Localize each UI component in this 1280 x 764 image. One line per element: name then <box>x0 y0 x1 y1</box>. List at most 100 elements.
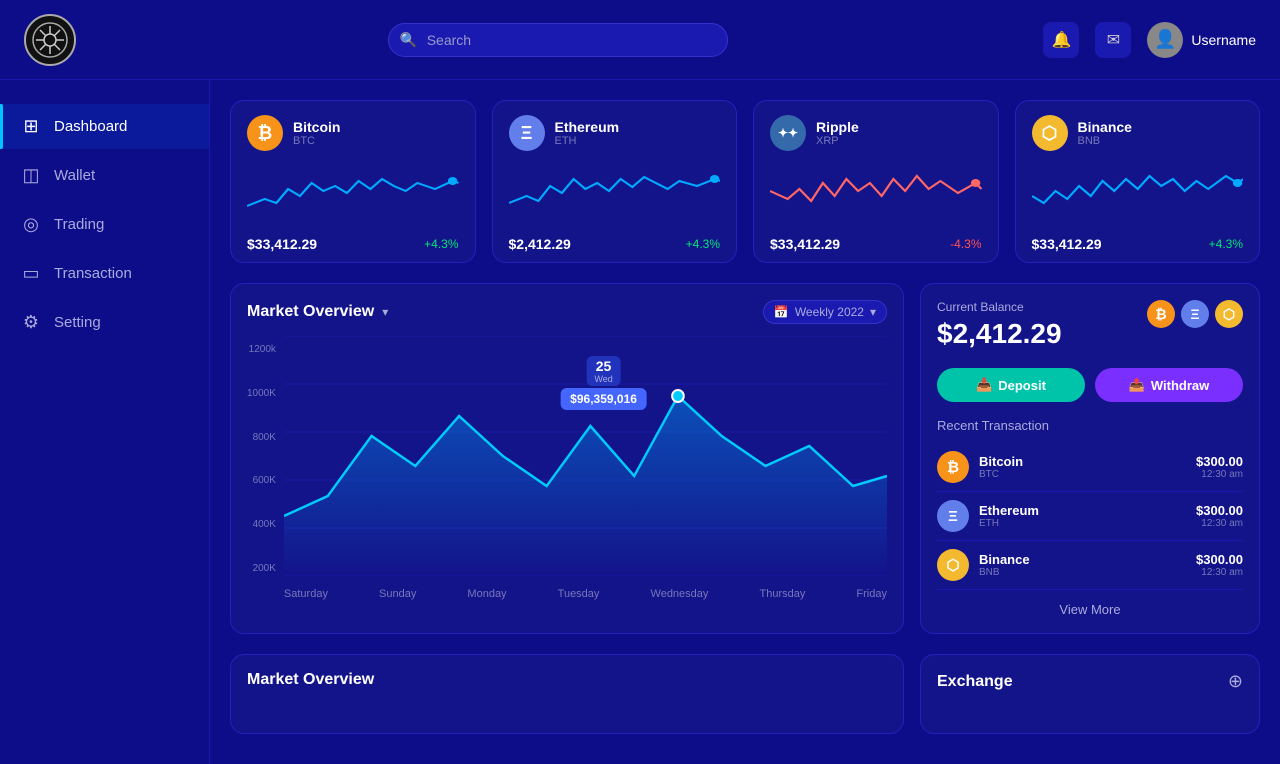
tx-right-btc: $300.00 12:30 am <box>1196 454 1243 480</box>
bnb-symbol: BNB <box>1078 135 1132 147</box>
trading-icon: ◎ <box>20 214 42 235</box>
message-button[interactable]: ✉ <box>1095 22 1131 58</box>
bnb-price: $33,412.29 <box>1032 236 1102 252</box>
notification-button[interactable]: 🔔 <box>1043 22 1079 58</box>
deposit-button[interactable]: 📥 Deposit <box>937 368 1085 402</box>
topnav: 🔍 🔔 ✉ 👤 Username <box>0 0 1280 80</box>
exchange-expand-icon[interactable]: ⊕ <box>1228 671 1243 692</box>
crypto-card-btc: ₿ Bitcoin BTC $33,412.29 +4.3% <box>230 100 476 263</box>
xrp-icon: ✦✦ <box>770 115 806 151</box>
avatar: 👤 <box>1147 22 1183 58</box>
tx-btc-icon: ₿ <box>937 451 969 483</box>
bnb-footer: $33,412.29 +4.3% <box>1032 236 1244 252</box>
sidebar-item-label-dashboard: Dashboard <box>54 118 127 135</box>
recent-label: Recent Transaction <box>937 418 1243 433</box>
tx-eth-name: Ethereum <box>979 503 1039 518</box>
balance-coin-icons: ₿ Ξ ⬡ <box>1147 300 1243 328</box>
chart-y-labels: 1200k 1000K 800K 600K 400K 200K <box>247 336 284 606</box>
market-overview-card: Market Overview ▾ 📅 Weekly 2022 ▾ 1200k … <box>230 283 904 634</box>
view-more-button[interactable]: View More <box>937 602 1243 617</box>
tooltip-value: $96,359,016 <box>560 388 647 410</box>
sidebar: ⊞ Dashboard ◫ Wallet ◎ Trading ▭ Transac… <box>0 80 210 764</box>
tx-left-btc: ₿ Bitcoin BTC <box>937 451 1023 483</box>
market-title-dropdown[interactable]: ▾ <box>382 305 388 319</box>
sidebar-item-trading[interactable]: ◎ Trading <box>0 202 209 247</box>
chart-inner: 25 Wed $96,359,016 <box>284 336 887 606</box>
market-card-header: Market Overview ▾ 📅 Weekly 2022 ▾ <box>247 300 887 324</box>
btc-balance-icon[interactable]: ₿ <box>1147 300 1175 328</box>
username-label: Username <box>1191 32 1256 48</box>
withdraw-button[interactable]: 📤 Withdraw <box>1095 368 1243 402</box>
sidebar-item-label-wallet: Wallet <box>54 167 95 184</box>
withdraw-icon: 📤 <box>1129 377 1145 393</box>
bnb-name: Binance <box>1078 119 1132 135</box>
tx-eth-time: 12:30 am <box>1196 518 1243 529</box>
user-profile[interactable]: 👤 Username <box>1147 22 1256 58</box>
eth-change: +4.3% <box>686 237 720 251</box>
btc-symbol: BTC <box>293 135 340 147</box>
btc-name: Bitcoin <box>293 119 340 135</box>
btc-footer: $33,412.29 +4.3% <box>247 236 459 252</box>
sidebar-item-label-trading: Trading <box>54 216 104 233</box>
bnb-change: +4.3% <box>1209 237 1243 251</box>
deposit-icon: 📥 <box>976 377 992 393</box>
app-logo <box>24 14 76 66</box>
sidebar-item-transaction[interactable]: ▭ Transaction <box>0 251 209 296</box>
second-row: Market Overview Exchange ⊕ <box>230 654 1260 734</box>
tx-eth-symbol: ETH <box>979 518 1039 529</box>
sidebar-item-wallet[interactable]: ◫ Wallet <box>0 153 209 198</box>
transaction-item-eth: Ξ Ethereum ETH $300.00 12:30 am <box>937 492 1243 541</box>
bnb-balance-icon[interactable]: ⬡ <box>1215 300 1243 328</box>
eth-balance-icon[interactable]: Ξ <box>1181 300 1209 328</box>
tx-bnb-time: 12:30 am <box>1196 567 1243 578</box>
exchange-header: Exchange ⊕ <box>937 671 1243 692</box>
xrp-name: Ripple <box>816 119 859 135</box>
chart-tooltip: 25 Wed $96,359,016 <box>560 356 647 410</box>
tx-left-eth: Ξ Ethereum ETH <box>937 500 1039 532</box>
bottom-section: Market Overview ▾ 📅 Weekly 2022 ▾ 1200k … <box>230 283 1260 634</box>
tx-bnb-name: Binance <box>979 552 1030 567</box>
second-market-card: Market Overview <box>230 654 904 734</box>
crypto-card-eth: Ξ Ethereum ETH $2,412.29 +4.3% <box>492 100 738 263</box>
tx-btc-name: Bitcoin <box>979 454 1023 469</box>
tx-bnb-icon: ⬡ <box>937 549 969 581</box>
nav-actions: 🔔 ✉ 👤 Username <box>1043 22 1256 58</box>
transaction-item-bnb: ⬡ Binance BNB $300.00 12:30 am <box>937 541 1243 590</box>
xrp-change: -4.3% <box>950 237 981 251</box>
eth-name: Ethereum <box>555 119 620 135</box>
balance-actions: 📥 Deposit 📤 Withdraw <box>937 368 1243 402</box>
balance-card: Current Balance $2,412.29 ₿ Ξ ⬡ 📥 Deposi… <box>920 283 1260 634</box>
search-icon: 🔍 <box>400 31 417 48</box>
eth-chart <box>509 161 721 226</box>
xrp-chart <box>770 161 982 226</box>
transaction-item-btc: ₿ Bitcoin BTC $300.00 12:30 am <box>937 443 1243 492</box>
btc-price: $33,412.29 <box>247 236 317 252</box>
xrp-symbol: XRP <box>816 135 859 147</box>
crypto-cards-row: ₿ Bitcoin BTC $33,412.29 +4.3% <box>230 100 1260 263</box>
exchange-title: Exchange <box>937 673 1013 691</box>
sidebar-item-setting[interactable]: ⚙ Setting <box>0 300 209 345</box>
crypto-card-bnb: ⬡ Binance BNB $33,412.29 +4.3% <box>1015 100 1261 263</box>
tx-right-eth: $300.00 12:30 am <box>1196 503 1243 529</box>
bnb-header: ⬡ Binance BNB <box>1032 115 1244 151</box>
eth-footer: $2,412.29 +4.3% <box>509 236 721 252</box>
xrp-price: $33,412.29 <box>770 236 840 252</box>
tx-eth-icon: Ξ <box>937 500 969 532</box>
market-title: Market Overview ▾ <box>247 303 388 321</box>
weekly-period-button[interactable]: 📅 Weekly 2022 ▾ <box>763 300 887 324</box>
eth-symbol: ETH <box>555 135 620 147</box>
content-area: ₿ Bitcoin BTC $33,412.29 +4.3% <box>210 80 1280 764</box>
exchange-card: Exchange ⊕ <box>920 654 1260 734</box>
tx-btc-symbol: BTC <box>979 469 1023 480</box>
search-input[interactable] <box>388 23 728 57</box>
btc-header: ₿ Bitcoin BTC <box>247 115 459 151</box>
balance-amount: $2,412.29 <box>937 318 1062 350</box>
main-layout: ⊞ Dashboard ◫ Wallet ◎ Trading ▭ Transac… <box>0 80 1280 764</box>
btc-change: +4.3% <box>424 237 458 251</box>
sidebar-item-dashboard[interactable]: ⊞ Dashboard <box>0 104 209 149</box>
tx-bnb-amount: $300.00 <box>1196 552 1243 567</box>
xrp-footer: $33,412.29 -4.3% <box>770 236 982 252</box>
balance-label: Current Balance <box>937 300 1062 314</box>
transaction-icon: ▭ <box>20 263 42 284</box>
tx-btc-time: 12:30 am <box>1196 469 1243 480</box>
